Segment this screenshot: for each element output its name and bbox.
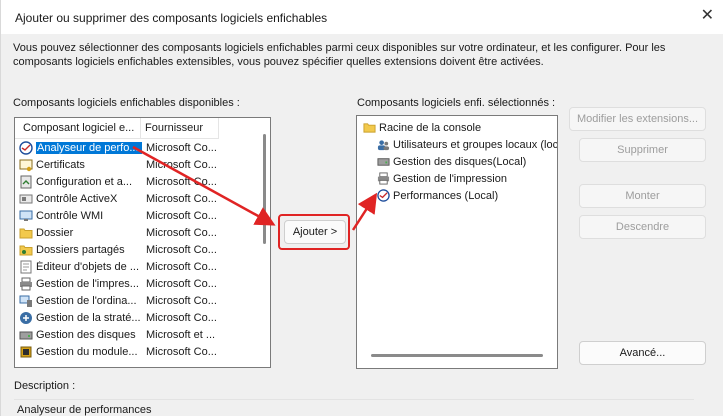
column-header-provider[interactable]: Fournisseur [145, 122, 203, 134]
window-title: Ajouter ou supprimer des composants logi… [15, 11, 328, 25]
wmi-icon [19, 210, 33, 221]
list-item[interactable]: Contrôle WMI Microsoft Co... [15, 208, 255, 224]
tree-node-label: Performances (Local) [393, 190, 499, 202]
tree-node-label: Gestion des disques(Local) [393, 156, 527, 168]
snapin-provider: Microsoft et ... [146, 329, 216, 341]
snapin-provider: Microsoft Co... [146, 312, 217, 324]
snapin-name: Configuration et a... [36, 176, 133, 188]
snapin-provider: Microsoft Co... [146, 278, 217, 290]
selected-snapins-tree[interactable]: Racine de la console Utilisateurs et gro… [356, 115, 558, 369]
users-icon [377, 140, 390, 151]
list-header: Composant logiciel e... Fournisseur [15, 118, 219, 139]
list-item[interactable]: Configuration et a... Microsoft Co... [15, 174, 255, 190]
list-item[interactable]: Éditeur d'objets de ... Microsoft Co... [15, 259, 255, 275]
remove-button[interactable]: Supprimer [579, 138, 706, 162]
available-snapins-label: Composants logiciels enfichables disponi… [13, 97, 240, 109]
list-item[interactable]: Certificats Microsoft Co... [15, 157, 255, 173]
snapin-name: Gestion du module... [36, 346, 138, 358]
list-item[interactable]: Gestion du module... Microsoft Co... [15, 344, 255, 360]
snapin-dialog: Ajouter ou supprimer des composants logi… [0, 0, 723, 416]
column-divider[interactable] [218, 118, 219, 139]
column-header-snapin[interactable]: Composant logiciel e... [23, 122, 134, 134]
move-down-button[interactable]: Descendre [579, 215, 706, 239]
snapin-name: Gestion de l'impres... [36, 278, 139, 290]
snapin-name: Contrôle WMI [36, 210, 104, 222]
performance-icon [377, 189, 390, 202]
list-item[interactable]: Contrôle ActiveX Microsoft Co... [15, 191, 255, 207]
snapin-name: Dossier [36, 227, 74, 239]
scrollbar-thumb[interactable] [263, 134, 266, 244]
snapin-name: Contrôle ActiveX [36, 193, 118, 205]
intro-text: Vous pouvez sélectionner des composants … [13, 42, 666, 68]
snapin-name: Éditeur d'objets de ... [36, 261, 139, 273]
policy-management-icon [20, 312, 32, 324]
move-up-button[interactable]: Monter [579, 184, 706, 208]
available-snapins-list[interactable]: Composant logiciel e... Fournisseur Anal… [14, 117, 271, 368]
list-item[interactable]: Dossiers partagés Microsoft Co... [15, 242, 255, 258]
snapin-provider: Microsoft Co... [146, 227, 217, 239]
certificate-icon [19, 159, 33, 172]
edit-extensions-button[interactable]: Modifier les extensions... [569, 107, 706, 131]
snapin-provider: Microsoft Co... [146, 142, 217, 154]
snapin-provider: Microsoft Co... [146, 176, 217, 188]
snapin-provider: Microsoft Co... [146, 346, 217, 358]
shared-folders-icon [19, 245, 33, 256]
configuration-icon [20, 175, 32, 189]
list-item[interactable]: Gestion de l'impres... Microsoft Co... [15, 276, 255, 292]
description-text: Analyseur de performances [17, 404, 152, 416]
selected-snapins-label: Composants logiciels enfi. sélectionnés … [357, 97, 556, 109]
advanced-button[interactable]: Avancé... [579, 341, 706, 365]
snapin-provider: Microsoft Co... [146, 244, 217, 256]
snapin-name: Certificats [36, 159, 85, 171]
snapin-provider: Microsoft Co... [146, 261, 217, 273]
title-bar: Ajouter ou supprimer des composants logi… [1, 0, 723, 34]
policy-editor-icon [20, 260, 32, 274]
tree-node-label: Racine de la console [379, 122, 482, 134]
snapin-name: Analyseur de perfo... [36, 142, 142, 154]
disk-icon [377, 158, 390, 166]
close-icon[interactable]: ✕ [701, 8, 714, 24]
printer-icon [377, 172, 390, 185]
activex-icon [19, 194, 33, 204]
snapin-name: Gestion de l'ordina... [36, 295, 137, 307]
computer-management-icon [19, 295, 32, 307]
list-item[interactable]: Gestion de la straté... Microsoft Co... [15, 310, 255, 326]
add-button[interactable]: Ajouter > [284, 220, 346, 244]
list-item[interactable]: Dossier Microsoft Co... [15, 225, 255, 241]
list-item[interactable]: Analyseur de perfo... Microsoft Co... [15, 140, 255, 156]
list-item[interactable]: Gestion de l'ordina... Microsoft Co... [15, 293, 255, 309]
tree-horizontal-scrollbar[interactable] [371, 354, 543, 357]
snapin-provider: Microsoft Co... [146, 210, 217, 222]
performance-icon [19, 141, 33, 155]
snapin-name: Dossiers partagés [36, 244, 125, 256]
snapin-name: Gestion des disques [36, 329, 136, 341]
printer-icon [20, 277, 32, 291]
description-label: Description : [14, 380, 76, 392]
tree-node-label: Gestion de l'impression [393, 173, 507, 185]
tpm-icon [20, 346, 32, 358]
snapin-provider: Microsoft Co... [146, 295, 217, 307]
disk-icon [19, 331, 33, 340]
snapin-name: Gestion de la straté... [36, 312, 141, 324]
tree-node-label: Utilisateurs et groupes locaux (loca [393, 139, 558, 151]
column-divider[interactable] [140, 118, 141, 139]
snapin-provider: Microsoft Co... [146, 159, 217, 171]
list-scrollbar[interactable] [257, 118, 270, 367]
folder-icon [19, 228, 33, 239]
list-item[interactable]: Gestion des disques Microsoft et ... [15, 327, 255, 343]
folder-icon [363, 123, 376, 133]
snapin-provider: Microsoft Co... [146, 193, 217, 205]
